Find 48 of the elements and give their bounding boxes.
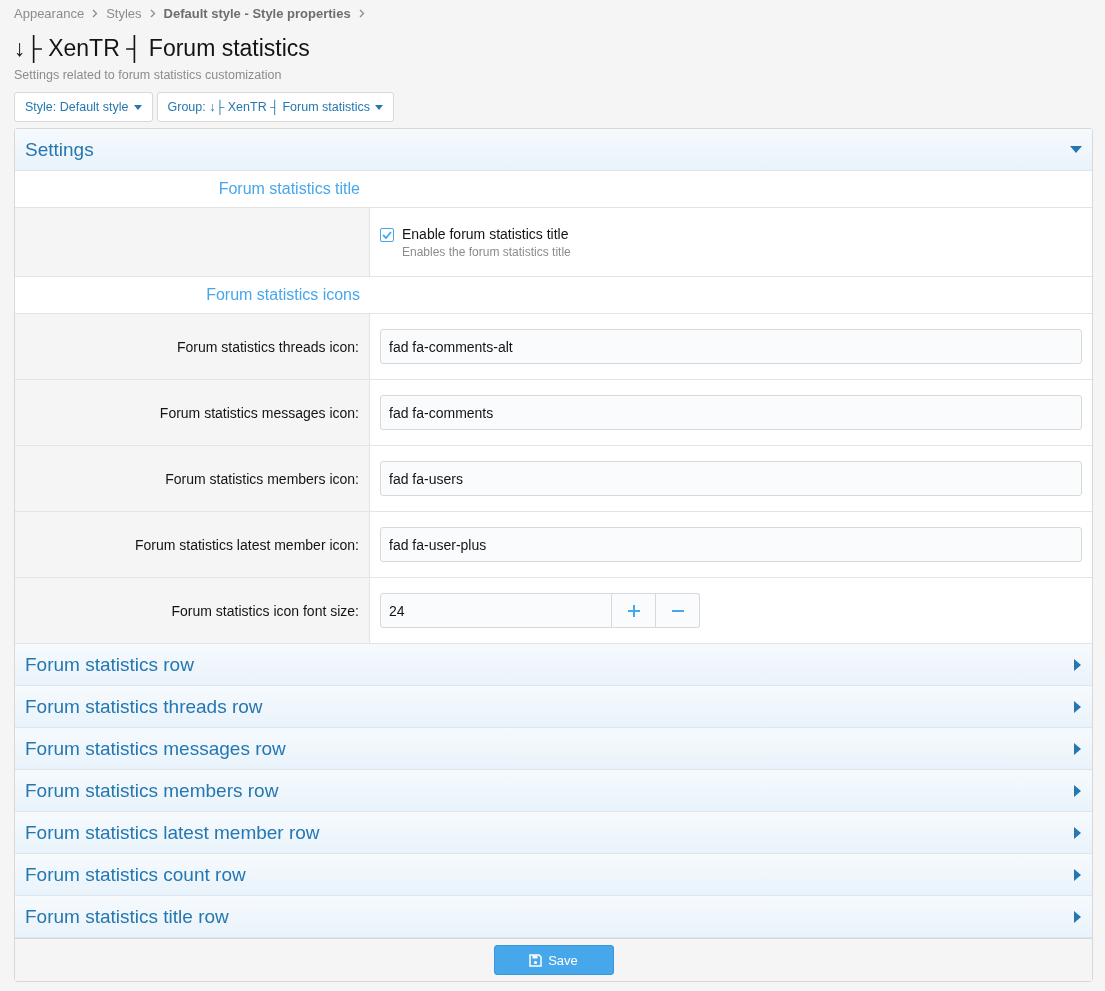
filter-dropdown[interactable]: Style: Default style [14,92,153,122]
field-label: Forum statistics messages icon: [159,404,359,421]
increment-button[interactable] [612,593,656,628]
section-header[interactable]: Forum statistics count row [15,854,1092,896]
input-field[interactable]: fad fa-comments [380,395,1082,430]
field-label: Forum statistics threads icon: [176,338,359,355]
caret-right-icon [1074,700,1082,713]
section-header[interactable]: Forum statistics members row [15,770,1092,812]
field-label: Forum statistics members icon: [165,470,359,487]
caret-down-icon [1070,145,1082,154]
caret-right-icon [1074,658,1082,671]
section-header[interactable]: Forum statistics row [15,644,1092,686]
chevron-right-icon [92,9,99,18]
section-header[interactable]: Forum statistics latest member row [15,812,1092,854]
checkbox[interactable] [380,228,394,242]
minus-icon [671,609,684,612]
page-title: ↓├ XenTR ┤ Forum statistics [14,35,311,62]
caret-right-icon [1074,826,1082,839]
breadcrumb-link[interactable]: Appearance [14,6,85,21]
caret-right-icon [1074,742,1082,755]
field-label: Forum statistics latest member icon: [134,536,359,553]
section-header[interactable]: Forum statistics messages row [15,728,1092,770]
caret-down-icon [375,104,383,110]
page-description: Settings related to forum statistics customization [14,68,283,82]
caret-right-icon [1074,868,1082,881]
chevron-right-icon [149,9,156,18]
input-field[interactable]: fad fa-users [380,461,1082,496]
caret-right-icon [1074,910,1082,923]
subsection-heading: Forum statistics title [217,180,361,198]
subsection-heading: Forum statistics icons [205,286,361,304]
filter-dropdown[interactable]: Group: ↓├ XenTR ┤ Forum statistics [156,92,394,122]
input-field[interactable]: fad fa-comments-alt [380,329,1082,364]
input-field[interactable]: fad fa-user-plus [380,527,1082,562]
caret-right-icon [1074,784,1082,797]
caret-down-icon [133,104,142,110]
section-header[interactable]: Forum statistics threads row [15,686,1092,728]
breadcrumb-link[interactable]: Default style - Style properties [163,6,351,21]
breadcrumb-link[interactable]: Styles [106,6,142,21]
section-header[interactable]: Settings [15,129,1092,171]
section-header[interactable]: Forum statistics title row [15,896,1092,938]
decrement-button[interactable] [656,593,700,628]
checkbox-label: Enable forum statistics title [402,226,570,242]
number-input-field[interactable]: 24 [380,593,612,628]
chevron-right-icon [358,9,365,18]
save-button[interactable]: Save [493,945,614,975]
hint-text: Enables the forum statistics title [402,245,571,259]
field-label: Forum statistics icon font size: [171,602,359,619]
plus-icon [627,604,640,617]
